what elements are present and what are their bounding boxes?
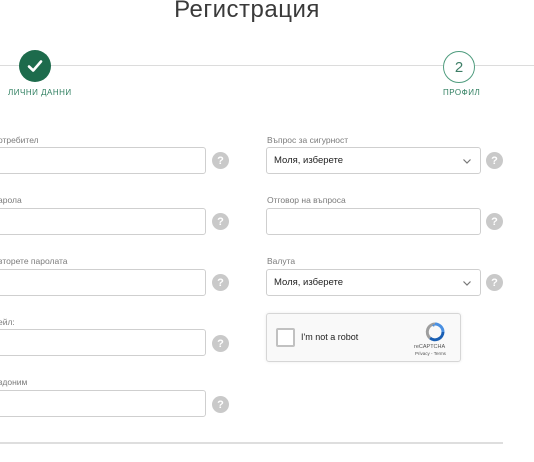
recaptcha-privacy-link[interactable]: Privacy [415,351,430,356]
page-title: Регистрация [174,0,320,23]
currency-select[interactable]: Моля, изберете [266,269,481,296]
password-label: арола [0,195,22,205]
chevron-down-icon [463,158,471,164]
recaptcha-logo-icon [425,322,445,342]
nickname-label: вдоним [0,377,28,387]
question-mark-icon[interactable]: ? [212,152,229,169]
recaptcha-widget: I'm not a robot reCAPTCHA Privacy - Term… [266,313,461,362]
repeat-password-input[interactable] [0,269,206,296]
chevron-down-icon [463,280,471,286]
username-input[interactable] [0,147,206,174]
question-mark-icon[interactable]: ? [212,396,229,413]
security-answer-label: Отговор на въпроса [267,195,346,205]
recaptcha-label: I'm not a robot [301,332,359,342]
email-input[interactable] [0,329,206,356]
security-answer-input[interactable] [266,208,481,235]
email-label: ейл: [0,317,15,327]
password-input[interactable] [0,208,206,235]
currency-selected: Моля, изберете [274,277,344,288]
recaptcha-terms-link[interactable]: Terms [434,351,446,356]
repeat-password-label: вторете паролата [0,256,68,266]
recaptcha-brand: reCAPTCHA [414,344,446,350]
question-mark-icon[interactable]: ? [486,213,503,230]
question-mark-icon[interactable]: ? [212,274,229,291]
step-1-completed-indicator [19,50,51,82]
step-2-label: ПРОФИЛ [443,88,481,97]
security-question-label: Въпрос за сигурност [267,135,349,145]
step-1-label: ЛИЧНИ ДАННИ [8,88,72,97]
recaptcha-checkbox[interactable] [276,328,295,347]
question-mark-icon[interactable]: ? [486,152,503,169]
security-question-selected: Моля, изберете [274,155,344,166]
username-label: отребител [0,135,39,145]
check-icon [27,60,43,72]
recaptcha-links: Privacy - Terms [415,351,446,356]
question-mark-icon[interactable]: ? [212,335,229,352]
step-2-indicator: 2 [443,51,475,83]
security-question-select[interactable]: Моля, изберете [266,147,481,174]
nickname-input[interactable] [0,390,206,417]
currency-label: Валута [267,256,296,266]
form-divider [0,442,503,444]
question-mark-icon[interactable]: ? [486,274,503,291]
question-mark-icon[interactable]: ? [212,213,229,230]
